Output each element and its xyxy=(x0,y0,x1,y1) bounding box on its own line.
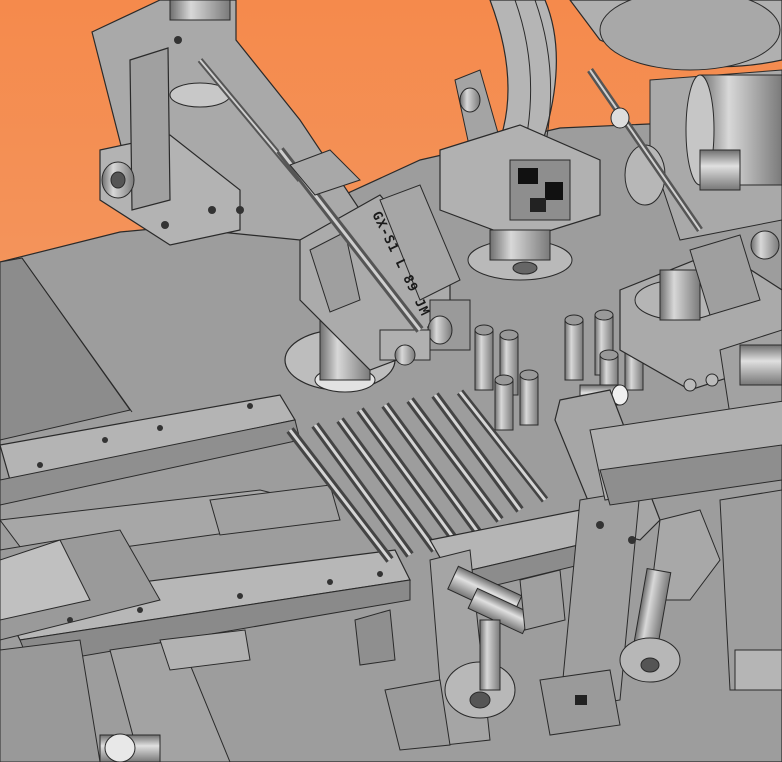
cad-viewport[interactable]: GX-S1 L 89 JM 71E xyxy=(0,0,782,762)
cad-model-render[interactable]: GX-S1 L 89 JM 71E xyxy=(0,0,782,762)
